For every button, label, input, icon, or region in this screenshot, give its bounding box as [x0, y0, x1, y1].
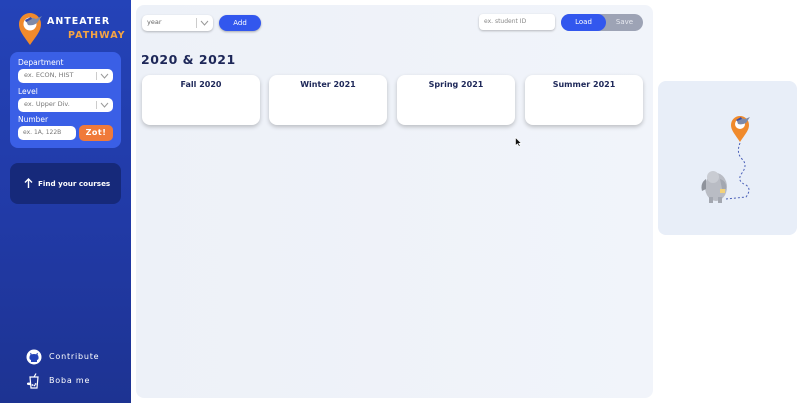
load-save-toggle: Load Save — [561, 14, 643, 31]
level-label: Level — [18, 87, 38, 96]
course-detail-panel — [658, 81, 797, 235]
planner-area: year Add ex. student ID Load Save 2020 &… — [136, 5, 653, 398]
find-courses-label: Find your courses — [38, 179, 111, 188]
sidebar: ANTEATER PATHWAY Department ex. ECON, HI… — [0, 0, 131, 403]
add-year-button[interactable]: Add — [219, 15, 261, 31]
term-card-fall[interactable]: Fall 2020 — [142, 75, 260, 125]
term-title: Spring 2021 — [428, 80, 484, 89]
department-placeholder: ex. ECON, HIST — [24, 71, 74, 79]
department-label: Department — [18, 58, 64, 67]
find-courses-button[interactable]: Find your courses — [10, 163, 121, 204]
search-button[interactable]: Zot! — [79, 125, 113, 141]
select-divider — [96, 72, 97, 80]
arrow-up-icon — [24, 178, 33, 188]
chevron-down-icon[interactable] — [200, 19, 209, 27]
level-select[interactable]: ex. Upper Div. — [18, 98, 113, 112]
student-id-placeholder: ex. student ID — [484, 18, 527, 25]
term-card-spring[interactable]: Spring 2021 — [397, 75, 515, 125]
term-card-summer[interactable]: Summer 2021 — [525, 75, 643, 125]
chevron-down-icon[interactable] — [100, 101, 109, 109]
logo-title-line2: PATHWAY — [68, 30, 126, 41]
load-button[interactable]: Load — [561, 14, 606, 31]
contribute-link[interactable]: Contribute — [26, 349, 126, 365]
year-placeholder: year — [147, 18, 162, 26]
contribute-label: Contribute — [49, 352, 100, 361]
term-card-winter[interactable]: Winter 2021 — [269, 75, 387, 125]
course-number-input[interactable]: ex. 1A, 122B — [18, 126, 76, 140]
level-placeholder: ex. Upper Div. — [24, 100, 70, 108]
select-divider — [96, 101, 97, 109]
github-icon — [26, 349, 42, 365]
mouse-cursor-icon — [515, 137, 522, 147]
app-logo[interactable]: ANTEATER PATHWAY — [16, 12, 131, 46]
term-title: Winter 2021 — [300, 80, 356, 89]
term-title: Summer 2021 — [552, 80, 616, 89]
boba-label: Boba me — [49, 376, 91, 385]
course-search-card: Department ex. ECON, HIST Level ex. Uppe… — [10, 52, 121, 148]
save-button[interactable]: Save — [606, 14, 643, 31]
year-title: 2020 & 2021 — [141, 52, 236, 67]
logo-title-line1: ANTEATER — [47, 16, 111, 27]
year-select[interactable]: year — [142, 15, 213, 31]
department-select[interactable]: ex. ECON, HIST — [18, 69, 113, 83]
boba-icon — [27, 373, 39, 389]
boba-link[interactable]: Boba me — [26, 373, 126, 389]
student-id-input[interactable]: ex. student ID — [479, 14, 555, 30]
anteater-illustration — [701, 116, 750, 203]
term-title: Fall 2020 — [180, 80, 222, 89]
number-placeholder: ex. 1A, 122B — [23, 129, 62, 136]
chevron-down-icon[interactable] — [100, 72, 109, 80]
anteater-pin-logo-icon — [19, 13, 42, 45]
number-label: Number — [18, 115, 49, 124]
select-divider — [196, 18, 197, 28]
